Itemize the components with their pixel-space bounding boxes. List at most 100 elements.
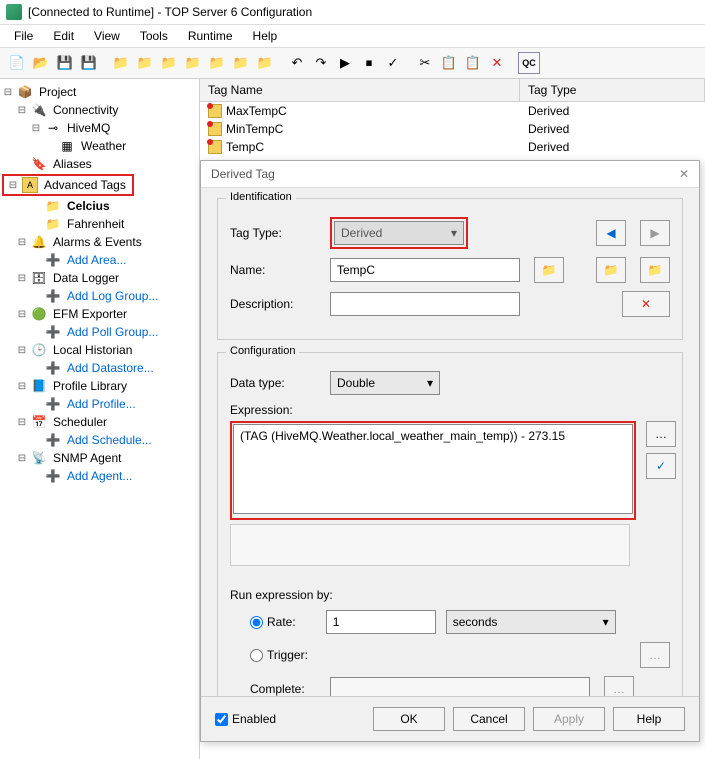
menu-view[interactable]: View xyxy=(86,27,128,45)
tree-addarea[interactable]: ➕Add Area... xyxy=(2,251,197,269)
derived-tag-dialog: Derived Tag ✕ Identification Tag Type: D… xyxy=(200,160,700,742)
trigger-radio[interactable]: Trigger: xyxy=(250,648,308,662)
name-input[interactable] xyxy=(330,258,520,282)
tree-adddata[interactable]: ➕Add Datastore... xyxy=(2,359,197,377)
trigger-browse-button[interactable]: … xyxy=(640,642,670,668)
tree-efm[interactable]: ⊟🟢EFM Exporter xyxy=(2,305,197,323)
bell-icon: 🔔 xyxy=(31,234,47,250)
prev-button[interactable]: ◀ xyxy=(596,220,626,246)
rate-unit-select[interactable]: seconds▾ xyxy=(446,610,616,634)
tree-aliases[interactable]: 🔖Aliases xyxy=(2,155,197,173)
folder5-icon[interactable]: 📁 xyxy=(206,52,228,74)
configuration-group: Configuration Data type: Double▾ Express… xyxy=(217,352,683,725)
check-icon[interactable]: ✓ xyxy=(382,52,404,74)
next-button[interactable]: ▶ xyxy=(640,220,670,246)
help-button[interactable]: Help xyxy=(613,707,685,731)
paste-icon[interactable]: 📋 xyxy=(462,52,484,74)
ok-button[interactable]: OK xyxy=(373,707,445,731)
browse-button[interactable]: 📁 xyxy=(534,257,564,283)
tree-celcius[interactable]: 📁Celcius xyxy=(2,197,197,215)
stop-icon[interactable]: ⏹ xyxy=(358,52,380,74)
cancel-button[interactable]: Cancel xyxy=(453,707,525,731)
expr-status xyxy=(230,524,630,566)
tree-addpoll[interactable]: ➕Add Poll Group... xyxy=(2,323,197,341)
open-icon[interactable]: 📂 xyxy=(30,52,52,74)
chevron-down-icon: ▾ xyxy=(427,376,433,390)
chevron-down-icon: ▾ xyxy=(603,615,609,629)
tagtype-select[interactable]: Derived▾ xyxy=(334,221,464,245)
list-row[interactable]: TempCDerived xyxy=(200,138,705,156)
tree-profile[interactable]: ⊟📘Profile Library xyxy=(2,377,197,395)
calendar-icon: 📅 xyxy=(31,414,47,430)
delete-icon[interactable]: ✕ xyxy=(486,52,508,74)
list-row[interactable]: MaxTempCDerived xyxy=(200,102,705,120)
tree-localhist[interactable]: ⊟🕒Local Historian xyxy=(2,341,197,359)
tag-icon xyxy=(208,104,222,118)
tree-snmp[interactable]: ⊟📡SNMP Agent xyxy=(2,449,197,467)
folder1-icon[interactable]: 📁 xyxy=(110,52,132,74)
datatype-select[interactable]: Double▾ xyxy=(330,371,440,395)
apply-button[interactable]: Apply xyxy=(533,707,605,731)
tree-weather[interactable]: ▦Weather xyxy=(2,137,197,155)
menu-help[interactable]: Help xyxy=(245,27,286,45)
tree-project[interactable]: ⊟📦Project xyxy=(2,83,197,101)
tree-alarms[interactable]: ⊟🔔Alarms & Events xyxy=(2,233,197,251)
tree-addlog[interactable]: ➕Add Log Group... xyxy=(2,287,197,305)
list-row[interactable]: MinTempCDerived xyxy=(200,120,705,138)
tree-connectivity[interactable]: ⊟🔌Connectivity xyxy=(2,101,197,119)
titlebar: [Connected to Runtime] - TOP Server 6 Co… xyxy=(0,0,705,25)
rate-radio[interactable]: Rate: xyxy=(250,615,296,629)
add-icon: ➕ xyxy=(45,324,61,340)
enabled-checkbox[interactable]: Enabled xyxy=(215,712,276,726)
copy-icon[interactable]: 📋 xyxy=(438,52,460,74)
db-icon: 🗄 xyxy=(31,270,47,286)
cut-icon[interactable]: ✂ xyxy=(414,52,436,74)
tree-scheduler[interactable]: ⊟📅Scheduler xyxy=(2,413,197,431)
tree-advtags[interactable]: ⊟AAdvanced Tags xyxy=(2,173,197,197)
save-as-icon[interactable]: 💾 xyxy=(78,52,100,74)
folder7-icon[interactable]: 📁 xyxy=(254,52,276,74)
connectivity-icon: 🔌 xyxy=(31,102,47,118)
rate-input[interactable] xyxy=(326,610,436,634)
col-tagtype[interactable]: Tag Type xyxy=(520,79,705,101)
name-label: Name: xyxy=(230,263,320,277)
copy-folder-button[interactable]: 📁 xyxy=(640,257,670,283)
tree-fahrenheit[interactable]: 📁Fahrenheit xyxy=(2,215,197,233)
menu-edit[interactable]: Edit xyxy=(45,27,82,45)
menu-runtime[interactable]: Runtime xyxy=(180,27,241,45)
complete-label: Complete: xyxy=(250,682,320,696)
new-folder-button[interactable]: 📁 xyxy=(596,257,626,283)
save-icon[interactable]: 💾 xyxy=(54,52,76,74)
desc-input[interactable] xyxy=(330,292,520,316)
menu-tools[interactable]: Tools xyxy=(132,27,176,45)
device-icon: ▦ xyxy=(59,138,75,154)
col-tagname[interactable]: Tag Name xyxy=(200,79,520,101)
undo-icon[interactable]: ↶ xyxy=(286,52,308,74)
browse-expr-button[interactable]: … xyxy=(646,421,676,447)
folder-icon: 📁 xyxy=(45,216,61,232)
add-icon: ➕ xyxy=(45,432,61,448)
qc-icon[interactable]: QC xyxy=(518,52,540,74)
tagtype-label: Tag Type: xyxy=(230,226,320,240)
new-icon[interactable]: 📄 xyxy=(6,52,28,74)
project-tree: ⊟📦Project ⊟🔌Connectivity ⊟⊸HiveMQ ▦Weath… xyxy=(0,79,200,759)
menu-file[interactable]: File xyxy=(6,27,41,45)
tree-hivemq[interactable]: ⊟⊸HiveMQ xyxy=(2,119,197,137)
tree-addprofile[interactable]: ➕Add Profile... xyxy=(2,395,197,413)
delete-button[interactable]: ✕ xyxy=(622,291,670,317)
validate-button[interactable]: ✓ xyxy=(646,453,676,479)
folder4-icon[interactable]: 📁 xyxy=(182,52,204,74)
folder3-icon[interactable]: 📁 xyxy=(158,52,180,74)
close-icon[interactable]: ✕ xyxy=(679,167,689,181)
expression-input[interactable] xyxy=(233,424,633,514)
folder2-icon[interactable]: 📁 xyxy=(134,52,156,74)
play-icon[interactable]: ▶ xyxy=(334,52,356,74)
folder6-icon[interactable]: 📁 xyxy=(230,52,252,74)
tree-datalogger[interactable]: ⊟🗄Data Logger xyxy=(2,269,197,287)
datatype-label: Data type: xyxy=(230,376,320,390)
add-icon: ➕ xyxy=(45,360,61,376)
tree-addagent[interactable]: ➕Add Agent... xyxy=(2,467,197,485)
redo-icon[interactable]: ↷ xyxy=(310,52,332,74)
tree-addsched[interactable]: ➕Add Schedule... xyxy=(2,431,197,449)
profile-icon: 📘 xyxy=(31,378,47,394)
